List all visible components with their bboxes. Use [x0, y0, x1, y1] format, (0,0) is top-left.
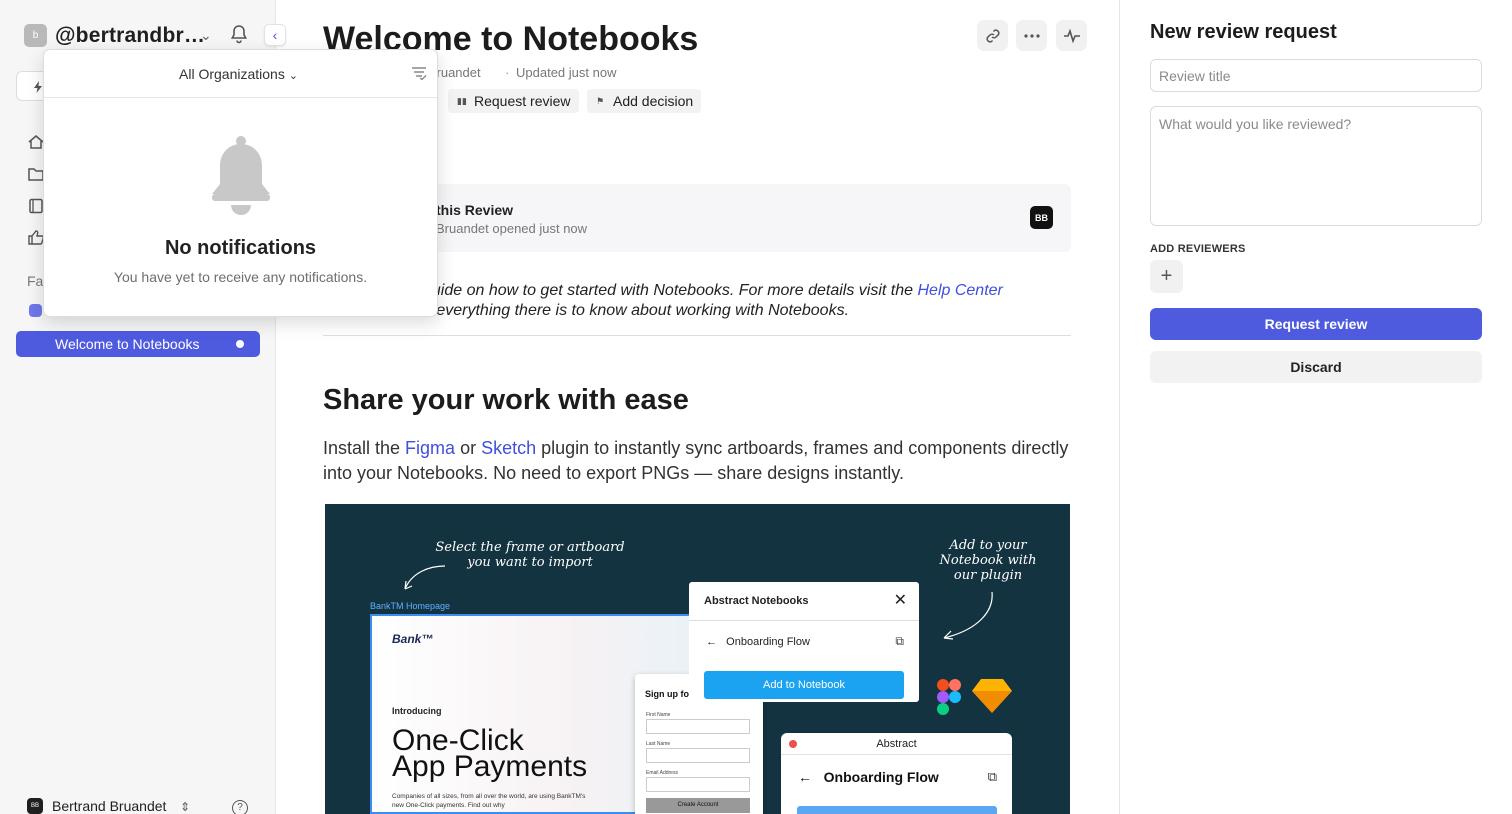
arrow-left-icon: ← — [798, 769, 824, 785]
divider — [323, 335, 1071, 336]
add-to-notebook-button: Add to Notebook — [704, 671, 904, 699]
chevron-down-icon: ⌄ — [288, 70, 298, 82]
chevron-down-icon[interactable]: ⌄ — [200, 27, 212, 44]
email-field — [646, 777, 750, 792]
arrow-icon — [404, 565, 446, 590]
abstract-flow-label: Onboarding Flow — [823, 769, 939, 785]
decision-icon: ⚑ — [596, 96, 605, 106]
meta-updated: Updated just now — [516, 65, 617, 80]
section-paragraph: Install the Figma or Sketch plugin to in… — [323, 436, 1071, 486]
window-close-dot-icon — [789, 740, 797, 748]
add-reviewer-button[interactable]: + — [1150, 260, 1183, 293]
intro-line-2: d everything there is to know about work… — [423, 302, 850, 319]
para-text: or — [455, 438, 482, 458]
user-menu[interactable]: BB Bertrand Bruandet — [27, 798, 166, 814]
reviewers-label: ADD REVIEWERS — [1150, 243, 1246, 255]
review-card-subtitle: Bruandet opened just now — [436, 221, 588, 236]
meta-separator: · — [505, 65, 510, 80]
user-avatar: BB — [27, 798, 43, 814]
review-title-input[interactable] — [1150, 59, 1482, 92]
filter-icon[interactable] — [411, 66, 427, 81]
close-icon: ✕ — [893, 592, 907, 609]
favorite-item-icon[interactable] — [29, 304, 42, 317]
review-card-title: this Review — [436, 202, 514, 218]
email-label: Email Address — [646, 770, 678, 776]
unread-dot-icon — [236, 340, 244, 348]
sketch-link[interactable]: Sketch — [481, 438, 536, 458]
link-icon[interactable] — [977, 20, 1008, 51]
activity-icon[interactable] — [1056, 20, 1087, 51]
intro-line-1: guide on how to get started with Noteboo… — [423, 282, 918, 299]
artboard-label: BankTM Homepage — [370, 601, 451, 611]
bank-logo: Bank™ — [392, 632, 434, 646]
workspace-avatar[interactable]: b — [24, 24, 47, 47]
help-center-link[interactable]: Help Center — [917, 282, 1002, 299]
hero-note-left: Select the frame or artboard you want to… — [435, 540, 625, 570]
request-review-chip[interactable]: ▮▮ Request review — [448, 89, 579, 113]
workspace-name[interactable]: @bertrandbr… — [55, 24, 205, 48]
review-request-panel: New review request ADD REVIEWERS + Reque… — [1119, 0, 1512, 814]
divider — [689, 620, 919, 621]
first-name-label: First Name — [646, 712, 671, 718]
section-heading: Share your work with ease — [323, 384, 689, 416]
panel-title: New review request — [1150, 21, 1337, 43]
figma-link[interactable]: Figma — [405, 438, 455, 458]
first-name-field — [646, 719, 750, 734]
sketch-logo-icon — [971, 678, 1013, 714]
last-name-label: Last Name — [646, 741, 671, 747]
last-name-field — [646, 748, 750, 763]
bank-copy: Companies of all sizes, from all over th… — [392, 793, 586, 809]
sidebar-item-label: Welcome to Notebooks — [55, 336, 200, 352]
sidebar-item-welcome[interactable]: Welcome to Notebooks — [16, 331, 260, 357]
plugin-window: Abstract Notebooks ✕ ← Onboarding Flow ⧉… — [689, 582, 919, 702]
user-name: Bertrand Bruandet — [52, 798, 167, 814]
signup-title: Sign up fo — [645, 689, 689, 699]
chip-label: Request review — [474, 93, 571, 109]
plugin-flow-label: Onboarding Flow — [726, 636, 810, 648]
sort-arrows-icon[interactable]: ⇕ — [180, 800, 190, 814]
bell-icon[interactable] — [230, 24, 250, 46]
bank-intro: Introducing — [392, 706, 442, 716]
notifications-popover: All Organizations ⌄ No notifications You… — [43, 49, 438, 317]
bank-headline: One-Click App Payments — [392, 724, 588, 783]
chip-label: Add decision — [613, 93, 694, 109]
organization-select-label: All Organizations — [179, 66, 285, 82]
plugin-flow: ← Onboarding Flow — [706, 636, 810, 648]
arrow-left-icon: ← — [706, 636, 727, 648]
bell-icon — [211, 136, 271, 216]
help-icon[interactable]: ? — [232, 800, 248, 814]
hero-note-right: Add to your Notebook with our plugin — [939, 538, 1037, 583]
para-text: Install the — [323, 438, 406, 458]
abstract-flow: ← Onboarding Flow — [798, 769, 939, 785]
organization-select[interactable]: All Organizations ⌄ — [179, 66, 298, 82]
external-link-icon: ⧉ — [987, 769, 997, 784]
arrow-icon — [943, 591, 993, 640]
hero-image: Select the frame or artboard you want to… — [325, 504, 1070, 814]
abstract-title: Abstract — [781, 733, 1012, 755]
empty-state-title: No notifications — [164, 237, 317, 259]
request-review-button[interactable]: Request review — [1150, 308, 1482, 340]
notifications-header: All Organizations ⌄ — [44, 50, 437, 98]
app-window: b @bertrandbr… ⌄ ‹ Fa Welcome to Noteboo… — [0, 0, 1512, 814]
external-link-icon: ⧉ — [895, 634, 904, 648]
create-account-button: Create Account — [646, 798, 750, 813]
abstract-window: Abstract ← Onboarding Flow ⧉ — [781, 733, 1012, 814]
plugin-title: Abstract Notebooks — [704, 595, 809, 607]
avatar: BB — [1030, 206, 1053, 229]
more-icon[interactable] — [1016, 20, 1047, 51]
figma-logo-icon — [937, 679, 961, 715]
discard-button[interactable]: Discard — [1150, 351, 1482, 383]
review-icon: ▮▮ — [457, 96, 467, 106]
empty-state-subtitle: You have yet to receive any notification… — [113, 269, 368, 285]
abstract-button — [797, 806, 997, 814]
review-body-textarea[interactable] — [1150, 106, 1482, 226]
favorites-label: Fa — [27, 273, 44, 289]
add-decision-chip[interactable]: ⚑ Add decision — [587, 89, 702, 113]
